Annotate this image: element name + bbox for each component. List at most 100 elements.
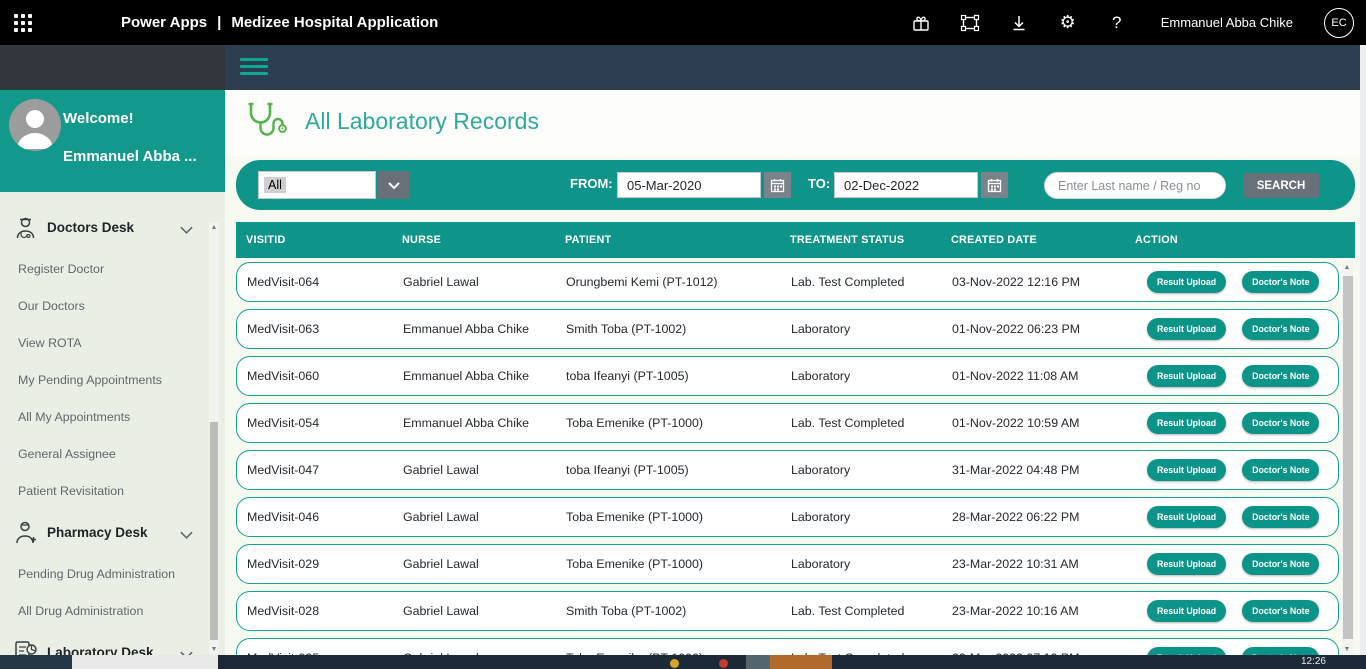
lab-icon xyxy=(12,639,39,656)
sidebar-section-label: Pharmacy Desk xyxy=(47,525,148,540)
taskbar-app-icon[interactable] xyxy=(670,659,679,668)
result-upload-button[interactable]: Result Upload xyxy=(1147,412,1226,434)
sidebar-section-doctors-desk[interactable]: Doctors Desk xyxy=(0,204,206,250)
cell-action: Result Upload Doctor's Note xyxy=(1136,600,1338,622)
doctors-note-button[interactable]: Doctor's Note xyxy=(1242,600,1319,622)
taskbar-clock: 12:26 xyxy=(1301,656,1326,667)
doctors-note-button[interactable]: Doctor's Note xyxy=(1242,506,1319,528)
main-content: All Laboratory Records All FROM: 05-Mar-… xyxy=(225,90,1360,655)
to-calendar-button[interactable] xyxy=(981,172,1008,198)
result-upload-button[interactable]: Result Upload xyxy=(1147,647,1226,655)
sidebar-item-general-assignee[interactable]: General Assignee xyxy=(0,435,206,472)
table-header: VISITIDNURSEPATIENTTREATMENT STATUSCREAT… xyxy=(236,222,1355,258)
cell-created: 23-Mar-2022 10:16 AM xyxy=(952,604,1136,618)
cell-action: Result Upload Doctor's Note xyxy=(1136,459,1338,481)
from-date-input[interactable]: 05-Mar-2020 xyxy=(617,172,761,198)
result-upload-button[interactable]: Result Upload xyxy=(1147,600,1226,622)
to-date-input[interactable]: 02-Dec-2022 xyxy=(834,172,978,198)
sidebar-avatar[interactable] xyxy=(9,99,61,151)
sidebar-item-all-my-appointments[interactable]: All My Appointments xyxy=(0,398,206,435)
taskbar-app-icon[interactable] xyxy=(719,659,728,668)
cell-created: 01-Nov-2022 06:23 PM xyxy=(952,322,1136,336)
sidebar-item-patient-revisitation[interactable]: Patient Revisitation xyxy=(0,472,206,509)
result-upload-button[interactable]: Result Upload xyxy=(1147,553,1226,575)
scroll-up-icon[interactable]: ▲ xyxy=(1342,262,1352,273)
table-row: MedVisit-025 Gabriel Lawal Toba Emenike … xyxy=(236,638,1339,655)
chevron-down-icon xyxy=(179,222,194,232)
cell-nurse: Emmanuel Abba Chike xyxy=(403,416,566,430)
doctors-note-button[interactable]: Doctor's Note xyxy=(1242,271,1319,293)
cell-nurse: Gabriel Lawal xyxy=(403,275,566,289)
search-button[interactable]: SEARCH xyxy=(1243,173,1319,198)
window-edge-strip xyxy=(1360,45,1366,655)
table-row: MedVisit-028 Gabriel Lawal Smith Toba (P… xyxy=(236,591,1339,631)
avatar-initials: EC xyxy=(1331,17,1346,29)
taskbar-search-area[interactable] xyxy=(72,655,218,669)
sidebar-section-laboratory-desk[interactable]: Laboratory Desk xyxy=(0,629,206,655)
from-calendar-button[interactable] xyxy=(764,172,791,198)
gift-icon[interactable] xyxy=(910,12,932,34)
cell-visitid: MedVisit-063 xyxy=(247,322,403,336)
category-dropdown[interactable]: All xyxy=(258,171,410,199)
table-scrollbar-thumb[interactable] xyxy=(1343,276,1353,639)
table-scrollbar[interactable]: ▲ ▼ xyxy=(1342,262,1354,655)
category-dropdown-value[interactable]: All xyxy=(258,171,376,199)
fit-to-screen-icon[interactable] xyxy=(959,12,981,34)
chevron-down-icon xyxy=(387,181,401,190)
scroll-up-icon[interactable]: ▲ xyxy=(209,222,219,233)
sidebar-section-pharmacy-desk[interactable]: Pharmacy Desk xyxy=(0,509,206,555)
result-upload-button[interactable]: Result Upload xyxy=(1147,506,1226,528)
taskbar-start-area[interactable] xyxy=(0,655,72,669)
sidebar-item-pending-drug-administration[interactable]: Pending Drug Administration xyxy=(0,555,206,592)
cell-status: Laboratory xyxy=(791,557,952,571)
sidebar-item-all-drug-administration[interactable]: All Drug Administration xyxy=(0,592,206,629)
user-avatar[interactable]: EC xyxy=(1324,8,1354,38)
dropdown-chevron-button[interactable] xyxy=(378,171,410,199)
doctors-note-button[interactable]: Doctor's Note xyxy=(1242,365,1319,387)
sidebar-scrollbar[interactable]: ▲ ▼ xyxy=(209,222,219,655)
cell-visitid: MedVisit-046 xyxy=(247,510,403,524)
taskbar-active-app[interactable] xyxy=(746,655,770,669)
table-row: MedVisit-046 Gabriel Lawal Toba Emenike … xyxy=(236,497,1339,537)
cell-status: Laboratory xyxy=(791,463,952,477)
cell-nurse: Gabriel Lawal xyxy=(403,463,566,477)
doctors-note-button[interactable]: Doctor's Note xyxy=(1242,318,1319,340)
settings-icon[interactable]: ⚙ xyxy=(1057,12,1079,34)
download-icon[interactable] xyxy=(1008,12,1030,34)
windows-taskbar[interactable]: 12:26 xyxy=(0,655,1366,669)
search-input[interactable]: Enter Last name / Reg no xyxy=(1044,172,1226,199)
sidebar: Welcome! Emmanuel Abba ... Doctors Desk R… xyxy=(0,90,225,655)
sidebar-item-my-pending-appointments[interactable]: My Pending Appointments xyxy=(0,361,206,398)
cell-created: 01-Nov-2022 10:59 AM xyxy=(952,416,1136,430)
doctors-note-button[interactable]: Doctor's Note xyxy=(1242,647,1319,655)
column-header-treatment-status: TREATMENT STATUS xyxy=(790,234,951,246)
sidebar-section-label: Doctors Desk xyxy=(47,220,134,235)
help-icon[interactable]: ? xyxy=(1106,12,1128,34)
sidebar-user-name: Emmanuel Abba ... xyxy=(63,148,197,165)
cell-status: Laboratory xyxy=(791,322,952,336)
cell-patient: Toba Emenike (PT-1000) xyxy=(566,416,791,430)
doctors-note-button[interactable]: Doctor's Note xyxy=(1242,553,1319,575)
brand-name: Power Apps xyxy=(121,14,207,31)
sidebar-item-register-doctor[interactable]: Register Doctor xyxy=(0,250,206,287)
hamburger-menu-icon[interactable] xyxy=(240,58,268,80)
doctors-note-button[interactable]: Doctor's Note xyxy=(1242,459,1319,481)
result-upload-button[interactable]: Result Upload xyxy=(1147,318,1226,340)
doctors-note-button[interactable]: Doctor's Note xyxy=(1242,412,1319,434)
waffle-menu-button[interactable] xyxy=(0,0,45,45)
taskbar-app-icon[interactable] xyxy=(770,655,832,669)
scroll-down-icon[interactable]: ▼ xyxy=(209,644,219,655)
cell-action: Result Upload Doctor's Note xyxy=(1136,506,1338,528)
sidebar-scrollbar-thumb[interactable] xyxy=(210,422,218,640)
scroll-down-icon[interactable]: ▼ xyxy=(1342,644,1352,655)
table-row: MedVisit-047 Gabriel Lawal toba Ifeanyi … xyxy=(236,450,1339,490)
sidebar-item-our-doctors[interactable]: Our Doctors xyxy=(0,287,206,324)
welcome-label: Welcome! xyxy=(63,110,134,127)
sidebar-item-view-rota[interactable]: View ROTA xyxy=(0,324,206,361)
sidebar-header-strip xyxy=(0,45,225,90)
result-upload-button[interactable]: Result Upload xyxy=(1147,271,1226,293)
result-upload-button[interactable]: Result Upload xyxy=(1147,365,1226,387)
result-upload-button[interactable]: Result Upload xyxy=(1147,459,1226,481)
table-row: MedVisit-064 Gabriel Lawal Orungbemi Kem… xyxy=(236,262,1339,302)
cell-patient: Smith Toba (PT-1002) xyxy=(566,604,791,618)
